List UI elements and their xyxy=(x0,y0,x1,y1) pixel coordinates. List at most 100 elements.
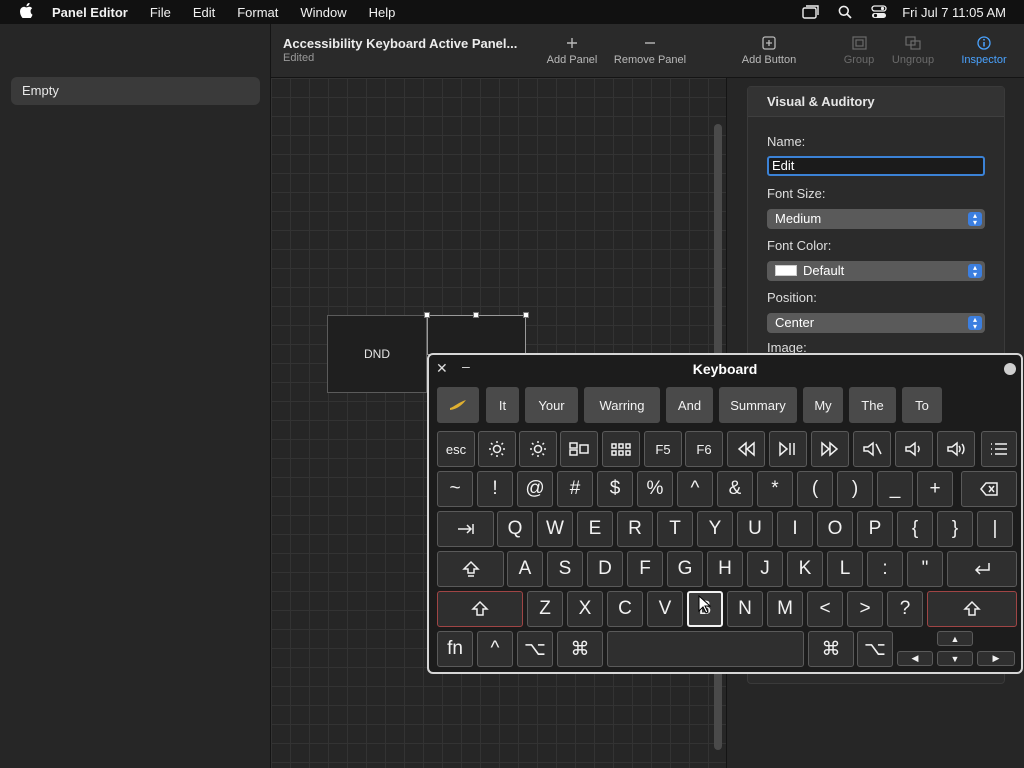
key-sym-11[interactable]: } xyxy=(937,511,973,547)
menubar-clock[interactable]: Fri Jul 7 11:05 AM xyxy=(902,5,1006,20)
spotlight-search-icon[interactable] xyxy=(828,0,862,24)
key-option-right[interactable]: ⌥ xyxy=(857,631,893,667)
suggestion-the[interactable]: The xyxy=(849,387,896,423)
key-r[interactable]: R xyxy=(617,511,653,547)
delete-key-icon[interactable] xyxy=(961,471,1017,507)
key-w[interactable]: W xyxy=(537,511,573,547)
key-symbol-2[interactable]: @ xyxy=(517,471,553,507)
menu-edit[interactable]: Edit xyxy=(193,5,215,20)
resize-handle[interactable] xyxy=(523,312,529,318)
key-symbol-10[interactable]: ) xyxy=(837,471,873,507)
menu-help[interactable]: Help xyxy=(369,5,396,20)
resize-handle[interactable] xyxy=(424,312,430,318)
group-button[interactable]: Group xyxy=(839,32,879,66)
key-symbol-11[interactable]: _ xyxy=(877,471,913,507)
menu-file[interactable]: File xyxy=(150,5,171,20)
suggestion-summary[interactable]: Summary xyxy=(719,387,797,423)
key-symbol-12[interactable]: + xyxy=(917,471,953,507)
key-z[interactable]: Z xyxy=(527,591,563,627)
key-fn[interactable]: fn xyxy=(437,631,473,667)
menu-format[interactable]: Format xyxy=(237,5,278,20)
key-symbol-6[interactable]: ^ xyxy=(677,471,713,507)
key-u[interactable]: U xyxy=(737,511,773,547)
inspector-button[interactable]: Inspector xyxy=(956,32,1012,66)
window-overview-icon[interactable] xyxy=(794,0,828,24)
key-sym-7[interactable]: < xyxy=(807,591,843,627)
sidebar-item-empty[interactable]: Empty xyxy=(11,77,260,105)
key-y[interactable]: Y xyxy=(697,511,733,547)
left-shift-key-icon[interactable] xyxy=(437,591,523,627)
volume-down-icon[interactable] xyxy=(895,431,933,467)
key-symbol-3[interactable]: # xyxy=(557,471,593,507)
right-shift-key-icon[interactable] xyxy=(927,591,1017,627)
arrow-right-key-icon[interactable]: ▶ xyxy=(977,651,1015,666)
key-symbol-9[interactable]: ( xyxy=(797,471,833,507)
font-color-select[interactable]: Default ▴ ▾ xyxy=(767,261,985,281)
options-icon[interactable] xyxy=(1004,363,1016,375)
key-h[interactable]: H xyxy=(707,551,743,587)
emoji-suggestion-icon[interactable] xyxy=(437,387,479,423)
key-a[interactable]: A xyxy=(507,551,543,587)
key-s[interactable]: S xyxy=(547,551,583,587)
return-key-icon[interactable] xyxy=(947,551,1017,587)
ungroup-button[interactable]: Ungroup xyxy=(886,32,940,66)
resize-handle[interactable] xyxy=(473,312,479,318)
key-symbol-1[interactable]: ! xyxy=(477,471,513,507)
suggestion-to[interactable]: To xyxy=(902,387,942,423)
key-sym-10[interactable]: { xyxy=(897,511,933,547)
list-menu-icon[interactable] xyxy=(981,431,1017,467)
key-l[interactable]: L xyxy=(827,551,863,587)
key-f[interactable]: F xyxy=(627,551,663,587)
suggestion-it[interactable]: It xyxy=(486,387,519,423)
key-t[interactable]: T xyxy=(657,511,693,547)
key-j[interactable]: J xyxy=(747,551,783,587)
key-sym-8[interactable]: > xyxy=(847,591,883,627)
key-command-left[interactable]: ⌘ xyxy=(557,631,603,667)
rewind-icon[interactable] xyxy=(727,431,765,467)
control-center-icon[interactable] xyxy=(862,0,896,24)
key-i[interactable]: I xyxy=(777,511,813,547)
play-pause-icon[interactable] xyxy=(769,431,807,467)
key-p[interactable]: P xyxy=(857,511,893,547)
brightness-up-icon[interactable] xyxy=(519,431,557,467)
arrow-down-key-icon[interactable]: ▼ xyxy=(937,651,973,666)
font-size-select[interactable]: Medium ▴ ▾ xyxy=(767,209,985,229)
fast-forward-icon[interactable] xyxy=(811,431,849,467)
key-control[interactable]: ^ xyxy=(477,631,513,667)
launchpad-icon[interactable] xyxy=(602,431,640,467)
key-esc[interactable]: esc xyxy=(437,431,475,467)
visual-auditory-header[interactable]: Visual & Auditory xyxy=(748,87,1004,117)
key-symbol-5[interactable]: % xyxy=(637,471,673,507)
brightness-down-icon[interactable] xyxy=(478,431,516,467)
suggestion-and[interactable]: And xyxy=(666,387,713,423)
arrow-up-key-icon[interactable]: ▲ xyxy=(937,631,973,646)
panel-button-selected[interactable] xyxy=(427,315,526,355)
key-symbol-8[interactable]: * xyxy=(757,471,793,507)
key-option-left[interactable]: ⌥ xyxy=(517,631,553,667)
caps-lock-key-icon[interactable] xyxy=(437,551,504,587)
key-k[interactable]: K xyxy=(787,551,823,587)
key-sym-10[interactable]: " xyxy=(907,551,943,587)
apple-menu-icon[interactable] xyxy=(0,2,52,22)
name-field[interactable]: Edit xyxy=(767,156,985,176)
key-n[interactable]: N xyxy=(727,591,763,627)
key-e[interactable]: E xyxy=(577,511,613,547)
key-g[interactable]: G xyxy=(667,551,703,587)
position-select[interactable]: Center ▴ ▾ xyxy=(767,313,985,333)
suggestion-your[interactable]: Your xyxy=(525,387,578,423)
add-button-button[interactable]: Add Button xyxy=(737,32,801,66)
key-symbol-4[interactable]: $ xyxy=(597,471,633,507)
key-v[interactable]: V xyxy=(647,591,683,627)
key-symbol-0[interactable]: ~ xyxy=(437,471,473,507)
key-sym-12[interactable]: | xyxy=(977,511,1013,547)
menu-window[interactable]: Window xyxy=(300,5,346,20)
volume-up-icon[interactable] xyxy=(937,431,975,467)
app-name-menu[interactable]: Panel Editor xyxy=(52,5,128,20)
key-d[interactable]: D xyxy=(587,551,623,587)
key-c[interactable]: C xyxy=(607,591,643,627)
mission-control-icon[interactable] xyxy=(560,431,598,467)
key-command-right[interactable]: ⌘ xyxy=(808,631,854,667)
add-panel-button[interactable]: Add Panel xyxy=(544,32,600,66)
suggestion-my[interactable]: My xyxy=(803,387,843,423)
panel-button-dnd[interactable]: DND xyxy=(327,315,427,393)
